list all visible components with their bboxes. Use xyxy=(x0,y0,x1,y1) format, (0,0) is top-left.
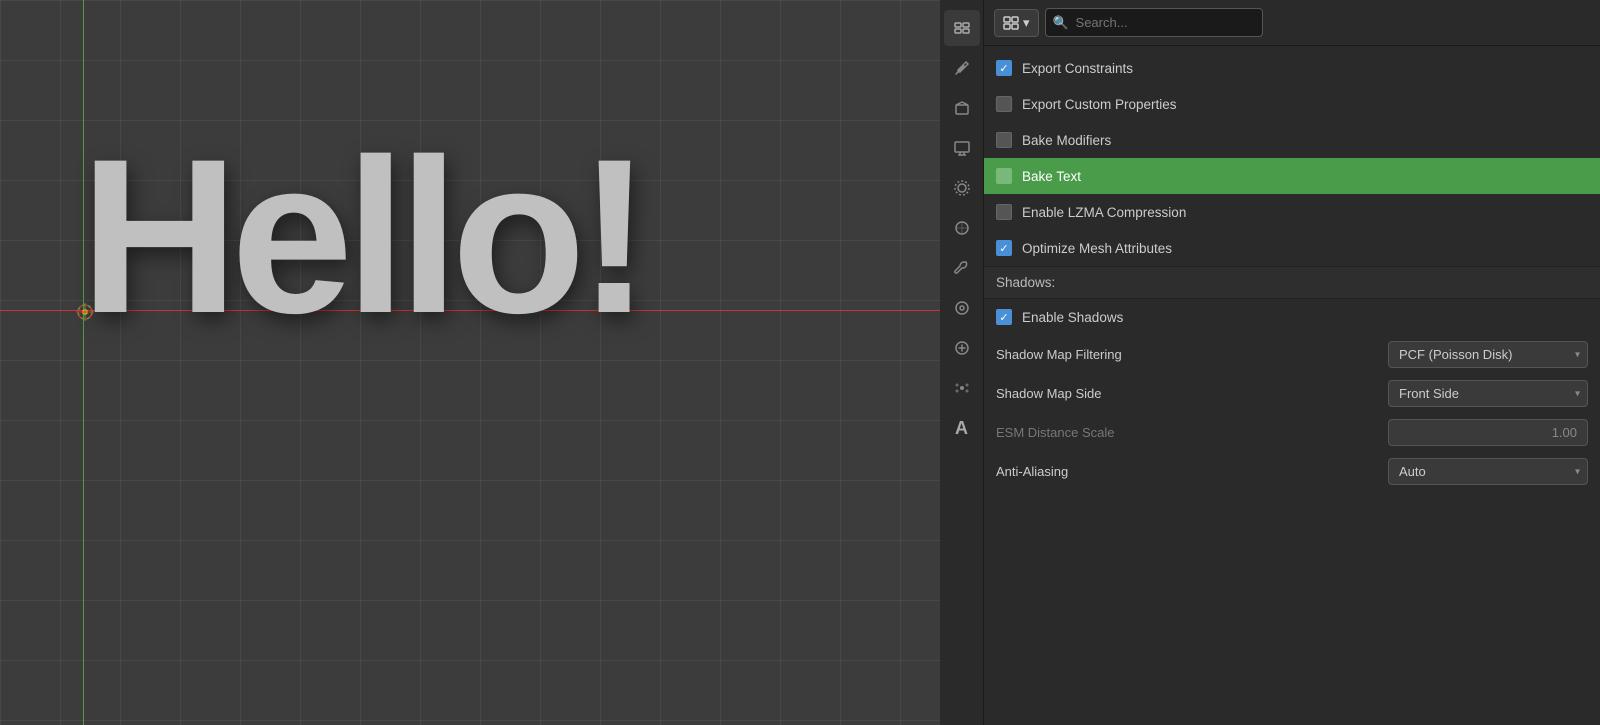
dropdown-shadow-map-filtering-wrap: PCF (Poisson Disk) ESM VSM None ▾ xyxy=(1388,341,1588,368)
property-anti-aliasing: Anti-Aliasing Auto None FXAA SMAA ▾ xyxy=(984,452,1600,491)
properties-panel: ▾ 🔍 ✓ Export Constraints Export Custom P… xyxy=(984,0,1600,725)
checkbox-export-constraints[interactable]: ✓ xyxy=(996,60,1012,76)
sidebar-icon-paint[interactable] xyxy=(944,210,980,246)
option-export-constraints[interactable]: ✓ Export Constraints xyxy=(984,50,1600,86)
sidebar-icon-wrench[interactable] xyxy=(944,250,980,286)
hello-text: Hello! xyxy=(80,110,643,363)
dropdown-shadow-map-side[interactable]: Front Side Back Side Double Side xyxy=(1388,380,1588,407)
sidebar-icon-object-data[interactable] xyxy=(944,330,980,366)
viewport: Hello! xyxy=(0,0,940,725)
label-bake-modifiers: Bake Modifiers xyxy=(1022,133,1111,148)
dropdown-anti-aliasing[interactable]: Auto None FXAA SMAA xyxy=(1388,458,1588,485)
option-enable-lzma[interactable]: Enable LZMA Compression xyxy=(984,194,1600,230)
right-panel: A ▾ 🔍 ✓ Exp xyxy=(940,0,1600,725)
label-enable-shadows: Enable Shadows xyxy=(1022,310,1123,325)
checkbox-optimize-mesh[interactable]: ✓ xyxy=(996,240,1012,256)
search-bar: ▾ 🔍 xyxy=(984,0,1600,46)
search-input[interactable] xyxy=(1045,8,1263,37)
dropdown-shadow-map-side-wrap: Front Side Back Side Double Side ▾ xyxy=(1388,380,1588,407)
checkbox-bake-modifiers[interactable] xyxy=(996,132,1012,148)
checkbox-enable-lzma[interactable] xyxy=(996,204,1012,220)
property-esm-distance-scale: ESM Distance Scale 1.00 xyxy=(984,413,1600,452)
label-optimize-mesh: Optimize Mesh Attributes xyxy=(1022,241,1172,256)
option-enable-shadows[interactable]: ✓ Enable Shadows xyxy=(984,299,1600,335)
sidebar-icon-scene[interactable] xyxy=(944,10,980,46)
label-export-custom-properties: Export Custom Properties xyxy=(1022,97,1177,112)
sidebar-icon-font[interactable]: A xyxy=(944,410,980,446)
option-optimize-mesh[interactable]: ✓ Optimize Mesh Attributes xyxy=(984,230,1600,266)
dropdown-shadow-map-filtering[interactable]: PCF (Poisson Disk) ESM VSM None xyxy=(1388,341,1588,368)
sidebar-icon-constraints[interactable] xyxy=(944,290,980,326)
label-shadow-map-filtering: Shadow Map Filtering xyxy=(996,347,1378,362)
option-bake-text[interactable]: Bake Text xyxy=(984,158,1600,194)
option-bake-modifiers[interactable]: Bake Modifiers xyxy=(984,122,1600,158)
property-shadow-map-filtering: Shadow Map Filtering PCF (Poisson Disk) … xyxy=(984,335,1600,374)
mode-dropdown-arrow: ▾ xyxy=(1023,15,1030,31)
label-bake-text: Bake Text xyxy=(1022,169,1081,184)
search-field-wrap: 🔍 xyxy=(1045,8,1590,37)
option-export-custom-properties[interactable]: Export Custom Properties xyxy=(984,86,1600,122)
field-esm-distance-scale: 1.00 xyxy=(1388,419,1588,446)
sidebar-icons: A xyxy=(940,0,984,725)
label-export-constraints: Export Constraints xyxy=(1022,61,1133,76)
shadows-section-header: Shadows: xyxy=(984,266,1600,299)
checkbox-enable-shadows[interactable]: ✓ xyxy=(996,309,1012,325)
sidebar-icon-display[interactable] xyxy=(944,130,980,166)
sidebar-icon-object[interactable] xyxy=(944,90,980,126)
origin-dot xyxy=(76,303,94,321)
label-anti-aliasing: Anti-Aliasing xyxy=(996,464,1378,479)
label-shadow-map-side: Shadow Map Side xyxy=(996,386,1378,401)
options-list: ✓ Export Constraints Export Custom Prope… xyxy=(984,46,1600,725)
label-enable-lzma: Enable LZMA Compression xyxy=(1022,205,1186,220)
checkbox-bake-text[interactable] xyxy=(996,168,1012,184)
sidebar-icon-render[interactable] xyxy=(944,170,980,206)
mode-button[interactable]: ▾ xyxy=(994,9,1039,37)
property-shadow-map-side: Shadow Map Side Front Side Back Side Dou… xyxy=(984,374,1600,413)
sidebar-icon-tool[interactable] xyxy=(944,50,980,86)
sidebar-icon-particles[interactable] xyxy=(944,370,980,406)
label-esm-distance-scale: ESM Distance Scale xyxy=(996,425,1378,440)
shadows-label: Shadows: xyxy=(996,275,1055,290)
dropdown-anti-aliasing-wrap: Auto None FXAA SMAA ▾ xyxy=(1388,458,1588,485)
checkbox-export-custom-properties[interactable] xyxy=(996,96,1012,112)
